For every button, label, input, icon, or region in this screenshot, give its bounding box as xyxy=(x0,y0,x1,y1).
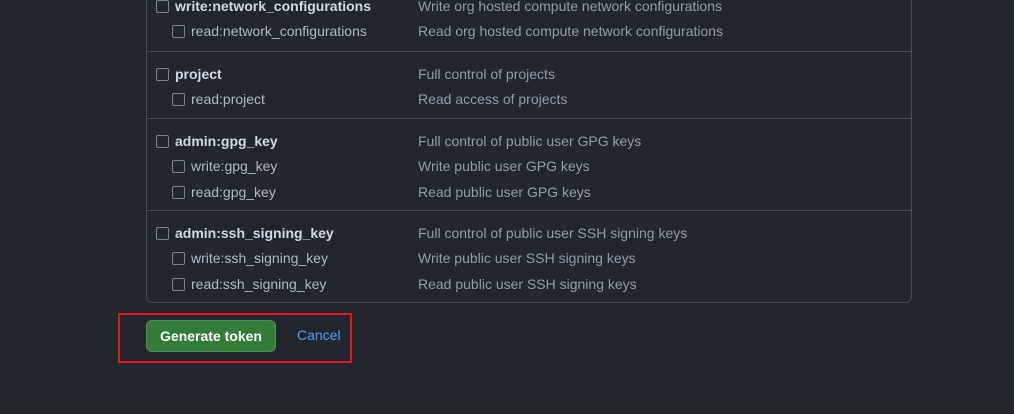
scope-name: read:network_configurations xyxy=(191,23,367,39)
scope-name: read:project xyxy=(191,91,265,107)
scope-row[interactable]: write:gpg_key Write public user GPG keys xyxy=(147,156,911,176)
scope-name: read:ssh_signing_key xyxy=(191,276,327,292)
scope-checkbox[interactable] xyxy=(156,134,169,148)
scope-row[interactable]: admin:gpg_key Full control of public use… xyxy=(147,131,911,151)
scope-name: admin:ssh_signing_key xyxy=(175,225,334,241)
scope-checkbox[interactable] xyxy=(172,24,185,38)
scope-name: write:network_configurations xyxy=(175,0,372,14)
scope-group-network-configurations: write:network_configurations Write org h… xyxy=(147,0,911,51)
scope-row[interactable]: write:ssh_signing_key Write public user … xyxy=(147,248,911,268)
scope-description: Write public user GPG keys xyxy=(418,158,590,174)
scope-checkbox[interactable] xyxy=(156,226,169,240)
scope-row[interactable]: read:project Read access of projects xyxy=(147,89,911,109)
scope-checkbox[interactable] xyxy=(172,277,185,291)
scope-description: Read org hosted compute network configur… xyxy=(418,23,724,39)
scope-checkbox[interactable] xyxy=(172,159,185,173)
scope-row[interactable]: write:network_configurations Write org h… xyxy=(147,0,911,16)
scope-row[interactable]: read:ssh_signing_key Read public user SS… xyxy=(147,274,911,294)
scope-name: write:ssh_signing_key xyxy=(191,250,328,266)
scope-row[interactable]: admin:ssh_signing_key Full control of pu… xyxy=(147,223,911,243)
new-token-page: write:network_configurations Write org h… xyxy=(0,0,1014,414)
scope-name: read:gpg_key xyxy=(191,184,276,200)
scope-description: Read public user GPG keys xyxy=(418,184,591,200)
scope-description: Write public user SSH signing keys xyxy=(418,250,636,266)
cancel-link[interactable]: Cancel xyxy=(297,327,341,343)
scope-checkbox[interactable] xyxy=(172,185,185,199)
scope-group-ssh-signing-key: admin:ssh_signing_key Full control of pu… xyxy=(147,210,911,303)
generate-token-button[interactable]: Generate token xyxy=(146,320,276,352)
scope-row[interactable]: read:gpg_key Read public user GPG keys xyxy=(147,182,911,202)
scope-name: admin:gpg_key xyxy=(175,133,278,149)
scope-description: Read public user SSH signing keys xyxy=(418,276,637,292)
scopes-list: write:network_configurations Write org h… xyxy=(146,0,912,303)
scope-description: Full control of public user SSH signing … xyxy=(418,225,688,241)
scope-description: Read access of projects xyxy=(418,91,568,107)
scope-row[interactable]: read:network_configurations Read org hos… xyxy=(147,21,911,41)
scope-name: write:gpg_key xyxy=(191,158,278,174)
scope-description: Full control of projects xyxy=(418,66,555,82)
scope-description: Write org hosted compute network configu… xyxy=(418,0,723,14)
scope-checkbox[interactable] xyxy=(172,251,185,265)
scope-row[interactable]: project Full control of projects xyxy=(147,64,911,84)
scope-checkbox[interactable] xyxy=(172,92,185,106)
scope-group-project: project Full control of projects read:pr… xyxy=(147,51,911,119)
scope-name: project xyxy=(175,66,222,82)
scope-checkbox[interactable] xyxy=(156,67,169,81)
scope-checkbox[interactable] xyxy=(156,0,169,13)
scope-description: Full control of public user GPG keys xyxy=(418,133,642,149)
scope-group-gpg-key: admin:gpg_key Full control of public use… xyxy=(147,118,911,211)
